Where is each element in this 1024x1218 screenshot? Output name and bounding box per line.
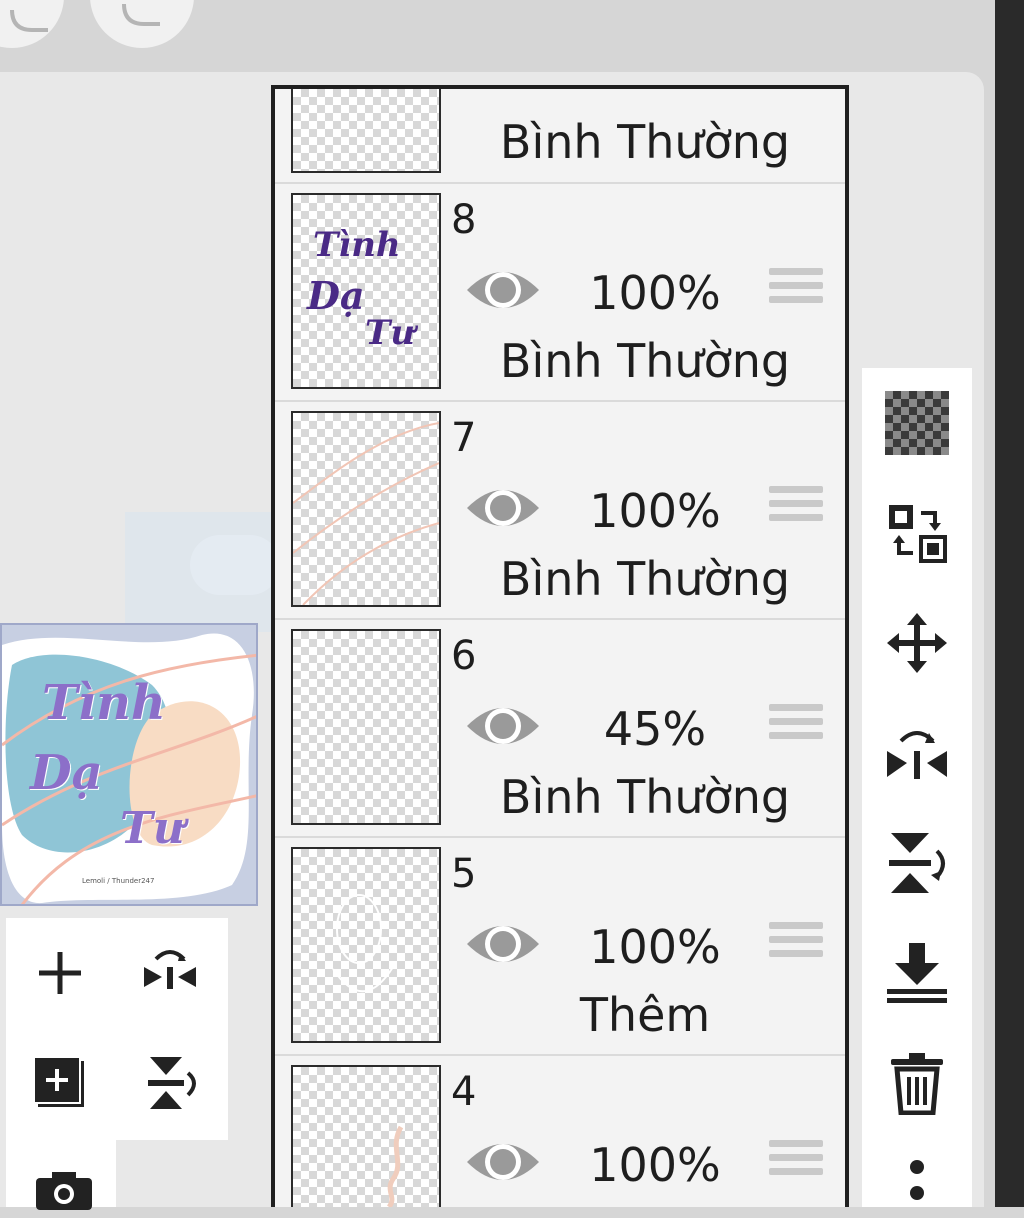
- trash-icon: [891, 1053, 943, 1115]
- layer-opacity[interactable]: 45%: [575, 706, 735, 752]
- right-tool-strip: [862, 368, 972, 1207]
- layer-row[interactable]: Tình Dạ Tư 8 100% Bình Thường: [275, 184, 845, 402]
- layer-thumbnail[interactable]: [291, 1065, 441, 1207]
- transparency-icon: [885, 391, 949, 455]
- layer-opacity[interactable]: 100%: [575, 270, 735, 316]
- top-toolbar: [0, 0, 1024, 72]
- layer-thumbnail[interactable]: [291, 411, 441, 607]
- camera-icon[interactable]: [34, 1170, 94, 1210]
- drag-handle-icon[interactable]: [769, 486, 823, 530]
- layer-thumbnail[interactable]: Tình Dạ Tư: [291, 193, 441, 389]
- layer-blend-mode[interactable]: Bình Thường: [495, 556, 795, 602]
- layer-number: 8: [451, 197, 477, 243]
- flip-horizontal-button[interactable]: [882, 718, 952, 788]
- canvas-preview[interactable]: Tình Dạ Tư Lemoli / Thunder247: [0, 623, 258, 906]
- layer-row[interactable]: 6 45% Bình Thường: [275, 620, 845, 838]
- layer-opacity[interactable]: 100%: [575, 924, 735, 970]
- layer-thumb-text: Dạ: [307, 273, 365, 318]
- undo-icon: [10, 9, 48, 32]
- layer-number: 7: [451, 415, 477, 461]
- layer-number: 4: [451, 1069, 477, 1115]
- add-layer-box-button[interactable]: [30, 1053, 90, 1113]
- redo-icon: [122, 3, 160, 26]
- layer-opacity[interactable]: 100%: [575, 1142, 735, 1188]
- layer-number: 5: [451, 851, 477, 897]
- layer-row[interactable]: Tư Bình Thường: [275, 89, 845, 184]
- flip-h-icon: [887, 731, 947, 779]
- transparency-button[interactable]: [882, 388, 952, 458]
- drag-handle-icon[interactable]: [769, 1140, 823, 1184]
- drag-handle-icon[interactable]: [769, 704, 823, 748]
- thumb-lines: [293, 422, 439, 605]
- more-button[interactable]: [882, 1148, 952, 1218]
- layer-thumbnail[interactable]: [291, 847, 441, 1043]
- redo-button[interactable]: [90, 0, 194, 48]
- thumb-strokes: [386, 1125, 404, 1207]
- flip-horizontal-icon: [144, 950, 196, 989]
- layer-blend-mode[interactable]: Bình Thường: [495, 119, 795, 165]
- layer-blend-mode[interactable]: Bình Thường: [495, 338, 795, 384]
- layer-row[interactable]: 7 100% Bình Thường: [275, 402, 845, 620]
- undo-button[interactable]: [0, 0, 64, 48]
- eye-icon[interactable]: [465, 482, 541, 534]
- swap-layers-icon: [889, 505, 947, 563]
- flip-vertical-button[interactable]: [882, 828, 952, 898]
- add-layer-box-icon: [33, 1056, 84, 1107]
- canvas-backdrop-shape: [190, 535, 280, 595]
- add-layer-button[interactable]: [30, 943, 90, 1003]
- flip-v-icon: [889, 833, 945, 893]
- merge-down-icon: [887, 943, 947, 1003]
- eye-icon[interactable]: [465, 264, 541, 316]
- merge-down-button[interactable]: [882, 938, 952, 1008]
- preview-title-3: Tư: [120, 803, 185, 854]
- thumb-sketch: [332, 894, 394, 993]
- flip-vertical-button[interactable]: [140, 1053, 200, 1113]
- layers-list[interactable]: Tư Bình Thường Tình Dạ Tư 8 100% Bình Th…: [271, 85, 849, 1207]
- eye-icon[interactable]: [465, 1136, 541, 1188]
- plus-icon: [39, 952, 81, 994]
- drag-handle-icon[interactable]: [769, 268, 823, 312]
- delete-layer-button[interactable]: [882, 1048, 952, 1118]
- preview-title-1: Tình: [42, 675, 166, 731]
- flip-vertical-icon: [148, 1057, 196, 1109]
- layer-thumbnail[interactable]: Tư: [291, 89, 441, 173]
- camera-card: [6, 1140, 116, 1210]
- more-icon: [910, 1160, 924, 1200]
- swap-layers-button[interactable]: [882, 498, 952, 568]
- preview-title-2: Dạ: [30, 745, 103, 801]
- layer-blend-mode[interactable]: Bình Thường: [495, 774, 795, 820]
- screen-edge: [995, 0, 1024, 1207]
- eye-icon[interactable]: [465, 700, 541, 752]
- left-tool-card: [6, 918, 228, 1140]
- move-button[interactable]: [882, 608, 952, 678]
- drag-handle-icon[interactable]: [769, 922, 823, 966]
- move-icon: [887, 613, 947, 673]
- layer-number: 6: [451, 633, 477, 679]
- layer-row[interactable]: 4 100%: [275, 1056, 845, 1207]
- layer-opacity[interactable]: 100%: [575, 488, 735, 534]
- layer-thumb-text: Tình: [313, 225, 401, 265]
- flip-horizontal-button[interactable]: [140, 943, 200, 1003]
- layer-row[interactable]: 5 100% Thêm: [275, 838, 845, 1056]
- layer-thumbnail[interactable]: [291, 629, 441, 825]
- layer-thumb-text: Tư: [365, 313, 416, 353]
- layer-thumb-text: Tư: [371, 89, 430, 96]
- preview-credit: Lemoli / Thunder247: [82, 877, 155, 885]
- layer-blend-mode[interactable]: Thêm: [495, 992, 795, 1038]
- eye-icon[interactable]: [465, 918, 541, 970]
